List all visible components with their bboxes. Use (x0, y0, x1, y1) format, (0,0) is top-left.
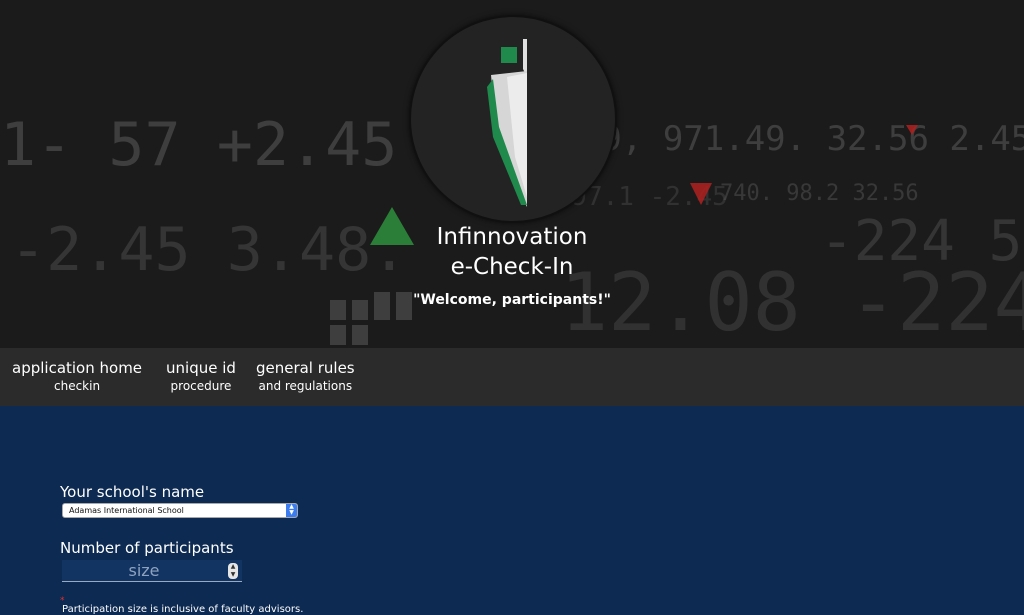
pen-logo-icon (487, 39, 527, 207)
nav-item-label: application home (12, 359, 143, 377)
app-title-line1: Infinnovation (436, 224, 588, 250)
nav-item-sublabel: checkin (53, 379, 101, 393)
participation-note-text: Participation size is inclusive of facul… (62, 604, 304, 615)
required-marker: * (60, 596, 65, 606)
nav-item-application-home[interactable]: application home checkin (0, 348, 148, 394)
app-title-line2: e-Check-In (450, 254, 574, 280)
nav-item-general-rules[interactable]: general rules and regulations (250, 348, 361, 394)
select-arrows-icon: ▲ ▼ (286, 504, 297, 517)
nav-item-label: general rules (255, 359, 355, 377)
nav-item-sublabel: and regulations (258, 379, 353, 393)
svg-text:740. 98.2 32.56: 740. 98.2 32.56 (720, 181, 919, 206)
participants-label: Number of participants (60, 539, 234, 557)
school-name-label: Your school's name (60, 483, 205, 501)
main-navigation: application home checkin unique id proce… (0, 348, 1024, 406)
number-stepper-icon[interactable]: ▲ ▼ (228, 563, 238, 579)
school-name-select[interactable]: Adamas International School ▲ ▼ (62, 503, 298, 518)
participants-size-input[interactable] (64, 560, 224, 580)
hero-banner: 1- 57 +2.45 -2.45 3.48. -579, 971.49. 32… (0, 0, 1024, 348)
app-logo (409, 15, 617, 223)
school-name-value: Adamas International School (69, 506, 184, 515)
nav-item-unique-id[interactable]: unique id procedure (160, 348, 242, 394)
svg-text:1- 57 +2.45: 1- 57 +2.45 (0, 110, 397, 180)
checkin-form: Your school's name Adamas International … (0, 406, 1024, 615)
participants-field: ▲▼ (62, 560, 242, 582)
participation-note: * Participation size is inclusive of fac… (60, 596, 304, 615)
nav-item-label: unique id (166, 359, 236, 377)
welcome-message: "Welcome, participants!" (413, 292, 611, 308)
nav-item-sublabel: procedure (170, 379, 232, 393)
